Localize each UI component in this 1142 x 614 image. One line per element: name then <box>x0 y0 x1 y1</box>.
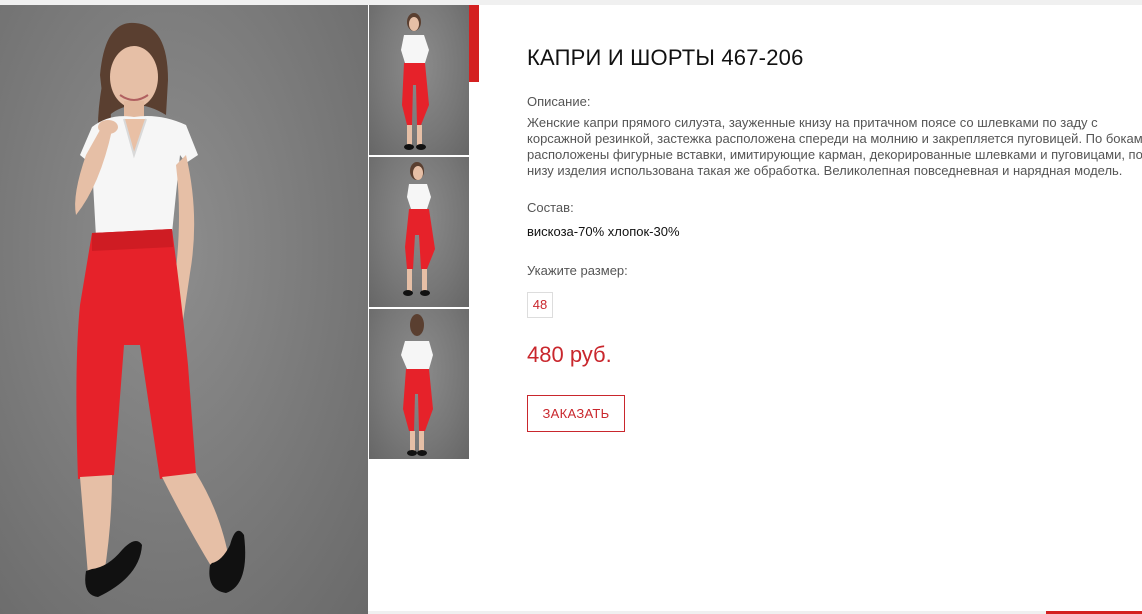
product-title: КАПРИ И ШОРТЫ 467-206 <box>527 45 804 70</box>
model-back-thumb <box>401 314 433 456</box>
thumbnail-front[interactable] <box>369 5 469 155</box>
model-side-thumb <box>403 162 435 296</box>
active-thumb-indicator <box>469 5 479 82</box>
model-front-thumb <box>401 13 429 150</box>
thumbnail-gallery <box>369 5 469 461</box>
model-front-illustration <box>75 22 246 597</box>
description-label: Описание: <box>527 94 591 109</box>
product-description: Женские капри прямого силуэта, зауженные… <box>527 115 1142 179</box>
order-button[interactable]: ЗАКАЗАТЬ <box>527 395 625 432</box>
size-option-48[interactable]: 48 <box>527 292 553 318</box>
description-line: Женские капри прямого силуэта, зауженные… <box>527 115 1098 130</box>
composition-value: вискоза-70% хлопок-30% <box>527 224 680 239</box>
product-price: 480 руб. <box>527 342 612 367</box>
product-info: КАПРИ И ШОРТЫ 467-206 Описание: Женские … <box>527 44 1142 432</box>
description-line: корсажной резинкой, застежка расположена… <box>527 131 1142 146</box>
product-page: КАПРИ И ШОРТЫ 467-206 Описание: Женские … <box>0 0 1142 614</box>
main-product-photo[interactable] <box>0 5 368 614</box>
description-line: расположены фигурные вставки, имитирующи… <box>527 147 1142 162</box>
size-label: Укажите размер: <box>527 263 628 278</box>
thumbnail-back[interactable] <box>369 309 469 459</box>
thumbnail-side[interactable] <box>369 157 469 307</box>
description-line: низу изделия использована такая же обраб… <box>527 163 1123 178</box>
composition-label: Состав: <box>527 200 574 215</box>
